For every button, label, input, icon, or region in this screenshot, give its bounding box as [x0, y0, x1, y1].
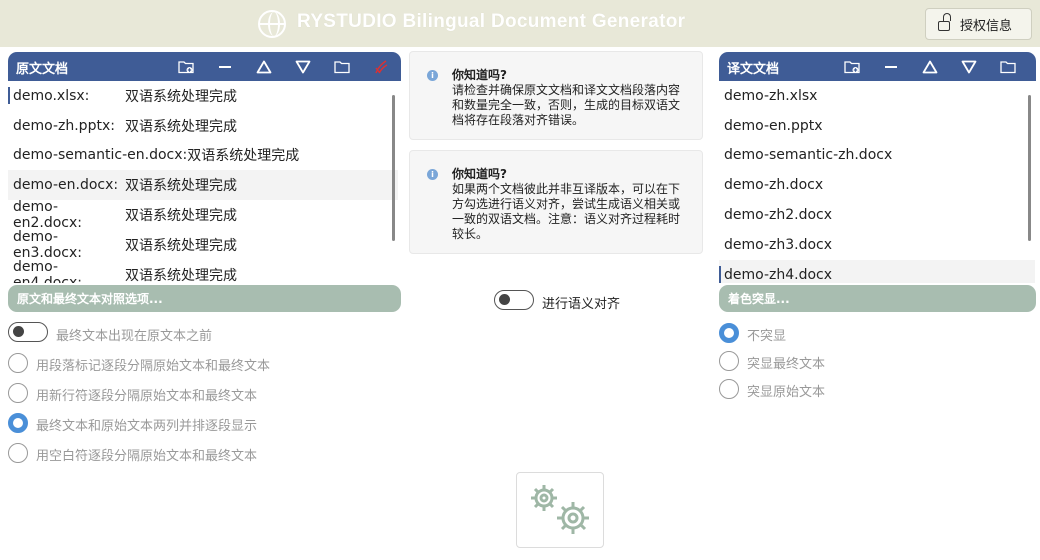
tip-title: 你知道吗? [452, 167, 507, 181]
open-folder-icon [334, 60, 350, 73]
highlight-options-bar[interactable]: 着色突显... [719, 285, 1036, 312]
target-panel-header: 译文文档 [719, 52, 1036, 81]
move-up-icon [256, 60, 272, 73]
move-down-icon [961, 60, 977, 73]
highlight-option-radio-2[interactable] [719, 351, 739, 371]
license-info-button[interactable]: 授权信息 [925, 8, 1032, 40]
list-item[interactable]: demo-semantic-en.docx: 双语系统处理完成 [8, 141, 398, 171]
move-target-up-button[interactable] [911, 52, 949, 81]
generate-button[interactable] [516, 472, 604, 548]
globe-logo-icon [258, 10, 286, 38]
final-text-first-toggle[interactable] [8, 322, 48, 342]
open-target-folder-button[interactable] [989, 52, 1027, 81]
open-folder-icon [1000, 60, 1016, 73]
move-down-icon [295, 60, 311, 73]
tip-body: 如果两个文档彼此并非互译版本，可以在下方勾选进行语义对齐，尝试生成语义相关或一致… [452, 182, 681, 241]
move-up-icon [922, 60, 938, 73]
tip-card-1: i 你知道吗? 请检查并确保原文文档和译文文档段落内容和数量完全一致，否则，生成… [409, 51, 703, 140]
clear-source-button[interactable] [362, 52, 400, 81]
add-file-icon [178, 60, 194, 73]
move-target-down-button[interactable] [950, 52, 988, 81]
tip-body: 请检查并确保原文文档和译文文档段落内容和数量完全一致，否则，生成的目标双语文档将… [452, 83, 681, 127]
remove-source-file-button[interactable] [206, 52, 244, 81]
list-item[interactable]: demo-zh.docx [719, 170, 1035, 200]
list-item[interactable]: demo-en3.docx: 双语系统处理完成 [8, 229, 398, 261]
source-file-list[interactable]: demo.xlsx: 双语系统处理完成 demo-zh.pptx: 双语系统处理… [8, 81, 398, 283]
list-item[interactable]: demo-zh3.docx [719, 230, 1035, 260]
highlight-option-radio-3[interactable] [719, 379, 739, 399]
list-item[interactable]: demo-en.pptx [719, 111, 1035, 141]
layout-option-label-4: 用空白符逐段分隔原始文本和最终文本 [36, 449, 258, 464]
layout-option-label-2: 用新行符逐段分隔原始文本和最终文本 [36, 389, 258, 404]
source-list-scrollbar[interactable] [392, 95, 395, 241]
target-file-list[interactable]: demo-zh.xlsx demo-en.pptx demo-semantic-… [719, 81, 1035, 283]
move-source-down-button[interactable] [284, 52, 322, 81]
open-source-folder-button[interactable] [323, 52, 361, 81]
source-options-bar[interactable]: 原文和最终文本对照选项... [8, 285, 401, 312]
info-icon: i [427, 169, 438, 180]
info-icon: i [427, 70, 438, 81]
clear-icon [375, 59, 388, 73]
layout-option-label-1: 用段落标记逐段分隔原始文本和最终文本 [36, 359, 271, 374]
add-source-file-button[interactable] [167, 52, 205, 81]
license-info-label: 授权信息 [960, 18, 1013, 34]
list-item[interactable]: demo.xlsx: 双语系统处理完成 [8, 81, 398, 111]
unlock-icon [938, 13, 951, 31]
list-item[interactable]: demo-zh.pptx: 双语系统处理完成 [8, 111, 398, 141]
tip-title: 你知道吗? [452, 68, 507, 82]
highlight-option-label-1: 不突显 [747, 329, 787, 344]
target-panel-title: 译文文档 [727, 62, 780, 77]
semantic-align-label: 进行语义对齐 [542, 297, 621, 312]
list-item[interactable]: demo-zh.xlsx [719, 81, 1035, 111]
highlight-option-label-3: 突显原始文本 [747, 385, 826, 400]
minus-icon [219, 65, 231, 68]
minus-icon [885, 65, 897, 68]
layout-option-radio-3[interactable] [8, 413, 28, 433]
list-item[interactable]: demo-zh4.docx [719, 259, 1035, 283]
highlight-option-label-2: 突显最终文本 [747, 357, 826, 372]
tip-card-2: i 你知道吗? 如果两个文档彼此并非互译版本，可以在下方勾选进行语义对齐，尝试生… [409, 150, 703, 254]
list-item[interactable]: demo-en.docx: 双语系统处理完成 [8, 170, 398, 201]
source-panel-header: 原文文档 [8, 52, 401, 81]
semantic-align-toggle[interactable] [494, 290, 534, 310]
final-text-first-label: 最终文本出现在原文本之前 [56, 329, 213, 344]
list-item[interactable]: demo-en4.docx: 双语系统处理完成 [8, 259, 398, 283]
add-file-icon [844, 60, 860, 73]
list-item[interactable]: demo-zh2.docx [719, 200, 1035, 230]
layout-option-radio-1[interactable] [8, 353, 28, 373]
move-source-up-button[interactable] [245, 52, 283, 81]
gears-icon [531, 485, 589, 534]
title-bar: RYSTUDIO Bilingual Document Generator 授权… [0, 0, 1040, 47]
highlight-option-radio-1[interactable] [719, 323, 739, 343]
layout-option-radio-2[interactable] [8, 383, 28, 403]
app-title: RYSTUDIO Bilingual Document Generator [297, 11, 686, 32]
layout-option-radio-4[interactable] [8, 443, 28, 463]
target-list-scrollbar[interactable] [1028, 95, 1031, 241]
layout-option-label-3: 最终文本和原始文本两列并排逐段显示 [36, 419, 258, 434]
add-target-file-button[interactable] [833, 52, 871, 81]
remove-target-file-button[interactable] [872, 52, 910, 81]
source-panel-title: 原文文档 [16, 62, 69, 77]
list-item[interactable]: demo-en2.docx: 双语系统处理完成 [8, 199, 398, 231]
list-item[interactable]: demo-semantic-zh.docx [719, 141, 1035, 171]
